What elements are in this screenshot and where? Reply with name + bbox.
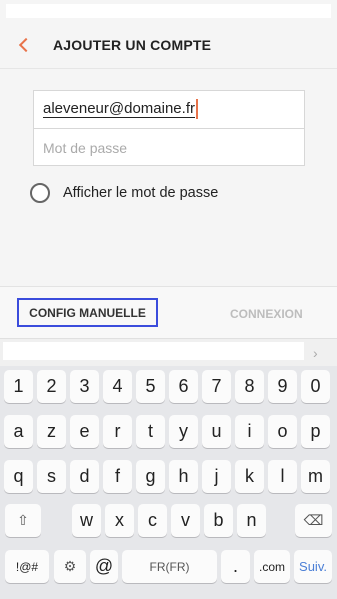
divider: [0, 68, 337, 69]
manual-config-button[interactable]: CONFIG MANUELLE: [17, 298, 158, 327]
key-g[interactable]: g: [136, 460, 165, 493]
key-h[interactable]: h: [169, 460, 198, 493]
key-l[interactable]: l: [268, 460, 297, 493]
key-7[interactable]: 7: [202, 370, 231, 403]
key-z[interactable]: z: [37, 415, 66, 448]
key-t[interactable]: t: [136, 415, 165, 448]
key-s[interactable]: s: [37, 460, 66, 493]
key-y[interactable]: y: [169, 415, 198, 448]
key-q[interactable]: q: [4, 460, 33, 493]
key-a[interactable]: a: [4, 415, 33, 448]
key-4[interactable]: 4: [103, 370, 132, 403]
space-key[interactable]: FR(FR): [122, 550, 217, 583]
key-v[interactable]: v: [171, 504, 200, 537]
key-m[interactable]: m: [301, 460, 330, 493]
symbols-key[interactable]: !@#: [5, 550, 49, 583]
key-u[interactable]: u: [202, 415, 231, 448]
next-key[interactable]: Suiv.: [294, 550, 332, 583]
show-password-option[interactable]: Afficher le mot de passe: [30, 182, 260, 204]
chevron-right-icon[interactable]: ›: [313, 345, 318, 361]
dotcom-key[interactable]: .com: [254, 550, 290, 583]
key-x[interactable]: x: [105, 504, 134, 537]
key-n[interactable]: n: [237, 504, 266, 537]
text-cursor: [196, 99, 198, 119]
key-8[interactable]: 8: [235, 370, 264, 403]
key-b[interactable]: b: [204, 504, 233, 537]
password-field[interactable]: Mot de passe: [33, 128, 305, 166]
page-title: AJOUTER UN COMPTE: [53, 37, 212, 53]
connect-button[interactable]: CONNEXION: [230, 307, 303, 321]
show-password-label: Afficher le mot de passe: [63, 185, 219, 201]
app-bar: AJOUTER UN COMPTE: [0, 22, 337, 68]
shift-icon[interactable]: ⇧: [5, 504, 41, 537]
backspace-icon[interactable]: ⌫: [295, 504, 332, 537]
key-d[interactable]: d: [70, 460, 99, 493]
key-j[interactable]: j: [202, 460, 231, 493]
suggestion-strip[interactable]: [3, 342, 304, 360]
status-bar: [0, 0, 337, 22]
key-6[interactable]: 6: [169, 370, 198, 403]
email-field[interactable]: aleveneur@domaine.fr: [33, 90, 305, 128]
key-i[interactable]: i: [235, 415, 264, 448]
key-o[interactable]: o: [268, 415, 297, 448]
email-value: aleveneur@domaine.fr: [43, 100, 195, 118]
keyboard: ⇧ ⌫ !@# ⚙ @ FR(FR) . .com Suiv. 12345678…: [0, 366, 337, 599]
key-2[interactable]: 2: [37, 370, 66, 403]
suggestion-bar: ›: [0, 338, 337, 366]
key-r[interactable]: r: [103, 415, 132, 448]
show-password-checkbox[interactable]: [30, 183, 50, 203]
key-5[interactable]: 5: [136, 370, 165, 403]
key-9[interactable]: 9: [268, 370, 297, 403]
key-1[interactable]: 1: [4, 370, 33, 403]
key-c[interactable]: c: [138, 504, 167, 537]
gear-icon[interactable]: ⚙: [54, 550, 86, 583]
key-0[interactable]: 0: [301, 370, 330, 403]
action-bar: CONFIG MANUELLE CONNEXION: [0, 286, 337, 338]
key-k[interactable]: k: [235, 460, 264, 493]
key-w[interactable]: w: [72, 504, 101, 537]
chevron-left-icon[interactable]: [12, 32, 36, 58]
key-3[interactable]: 3: [70, 370, 99, 403]
key-e[interactable]: e: [70, 415, 99, 448]
at-key[interactable]: @: [90, 550, 118, 583]
password-placeholder: Mot de passe: [43, 140, 128, 156]
key-f[interactable]: f: [103, 460, 132, 493]
key-p[interactable]: p: [301, 415, 330, 448]
period-key[interactable]: .: [221, 550, 250, 583]
